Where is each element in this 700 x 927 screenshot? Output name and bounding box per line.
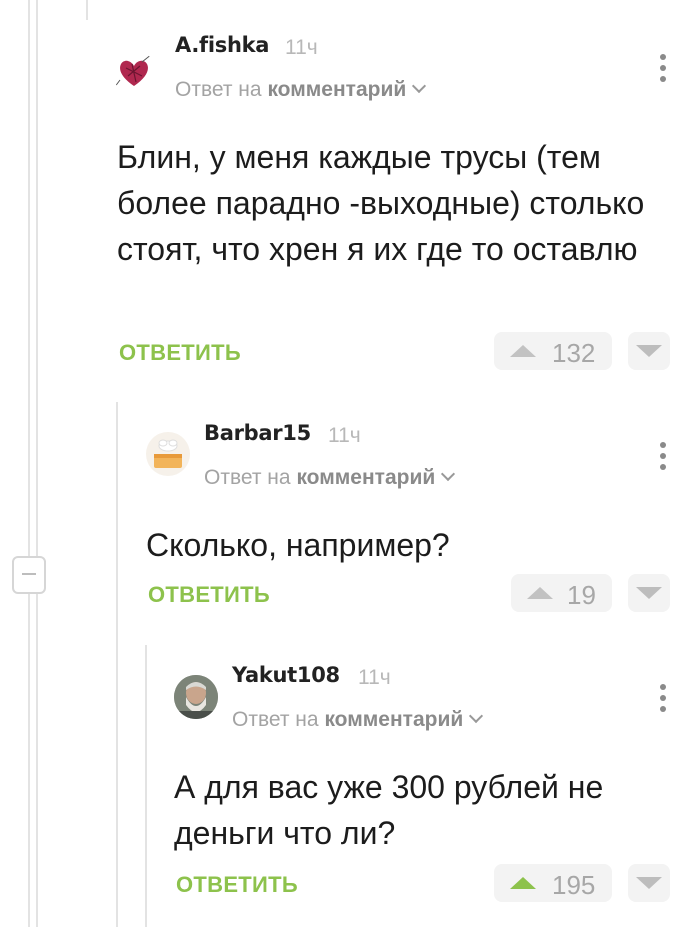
reply-prefix: Ответ на bbox=[204, 466, 291, 489]
comment-time: 11ч bbox=[285, 36, 318, 59]
thread-line-level-2 bbox=[145, 645, 147, 927]
thread-line-level-1 bbox=[116, 402, 118, 927]
comment-time: 11ч bbox=[328, 424, 361, 447]
upvote-arrow-icon bbox=[510, 877, 536, 889]
collapse-thread-icon[interactable] bbox=[12, 556, 46, 594]
comment-text: Сколько, например? bbox=[146, 527, 450, 563]
reply-target[interactable]: комментарий bbox=[324, 708, 463, 731]
rating-count: 19 bbox=[567, 580, 596, 610]
chevron-down-icon[interactable] bbox=[469, 708, 484, 724]
upvote-arrow-icon bbox=[510, 345, 536, 357]
thread-line-top bbox=[86, 0, 88, 20]
comment-author[interactable]: Barbar15 bbox=[204, 421, 311, 445]
downvote-button[interactable] bbox=[628, 332, 670, 370]
reply-prefix: Ответ на bbox=[175, 78, 262, 101]
reply-target[interactable]: комментарий bbox=[267, 78, 406, 101]
thread-line-root-2 bbox=[36, 0, 38, 927]
comment-author[interactable]: A.fishka bbox=[175, 33, 269, 57]
reply-to-link[interactable]: Ответ на комментарий bbox=[204, 466, 456, 490]
upvote-button[interactable]: 132 bbox=[494, 332, 612, 370]
more-options-icon[interactable] bbox=[660, 442, 666, 472]
chevron-down-icon[interactable] bbox=[412, 78, 427, 94]
comment-author[interactable]: Yakut108 bbox=[232, 663, 340, 687]
comment-time: 11ч bbox=[358, 666, 391, 689]
reply-prefix: Ответ на bbox=[232, 708, 319, 731]
reply-button[interactable]: ОТВЕТИТЬ bbox=[119, 340, 241, 366]
comment-text: А для вас уже 300 рублей не деньги что л… bbox=[174, 769, 604, 851]
reply-target[interactable]: комментарий bbox=[296, 466, 435, 489]
rating-count: 195 bbox=[552, 870, 596, 900]
upvote-button[interactable]: 19 bbox=[511, 574, 612, 612]
downvote-arrow-icon bbox=[636, 345, 662, 357]
thread-line-root bbox=[28, 0, 30, 927]
reply-button[interactable]: ОТВЕТИТЬ bbox=[148, 582, 270, 608]
reply-to-link[interactable]: Ответ на комментарий bbox=[175, 78, 427, 102]
bearded-man-photo-avatar[interactable] bbox=[174, 675, 218, 719]
cake-avatar[interactable] bbox=[146, 432, 190, 476]
more-options-icon[interactable] bbox=[660, 684, 666, 714]
heart-sketch-avatar[interactable] bbox=[112, 50, 156, 94]
downvote-arrow-icon bbox=[636, 877, 662, 889]
upvote-arrow-icon bbox=[527, 587, 553, 599]
upvote-button[interactable]: 195 bbox=[494, 864, 612, 902]
chevron-down-icon[interactable] bbox=[441, 466, 456, 482]
reply-to-link[interactable]: Ответ на комментарий bbox=[232, 708, 484, 732]
more-options-icon[interactable] bbox=[660, 54, 666, 84]
comment-text: Блин, у меня каждые трусы (тем более пар… bbox=[117, 139, 645, 267]
downvote-button[interactable] bbox=[628, 864, 670, 902]
rating-count: 132 bbox=[552, 338, 596, 368]
downvote-button[interactable] bbox=[628, 574, 670, 612]
reply-button[interactable]: ОТВЕТИТЬ bbox=[176, 872, 298, 898]
downvote-arrow-icon bbox=[636, 587, 662, 599]
